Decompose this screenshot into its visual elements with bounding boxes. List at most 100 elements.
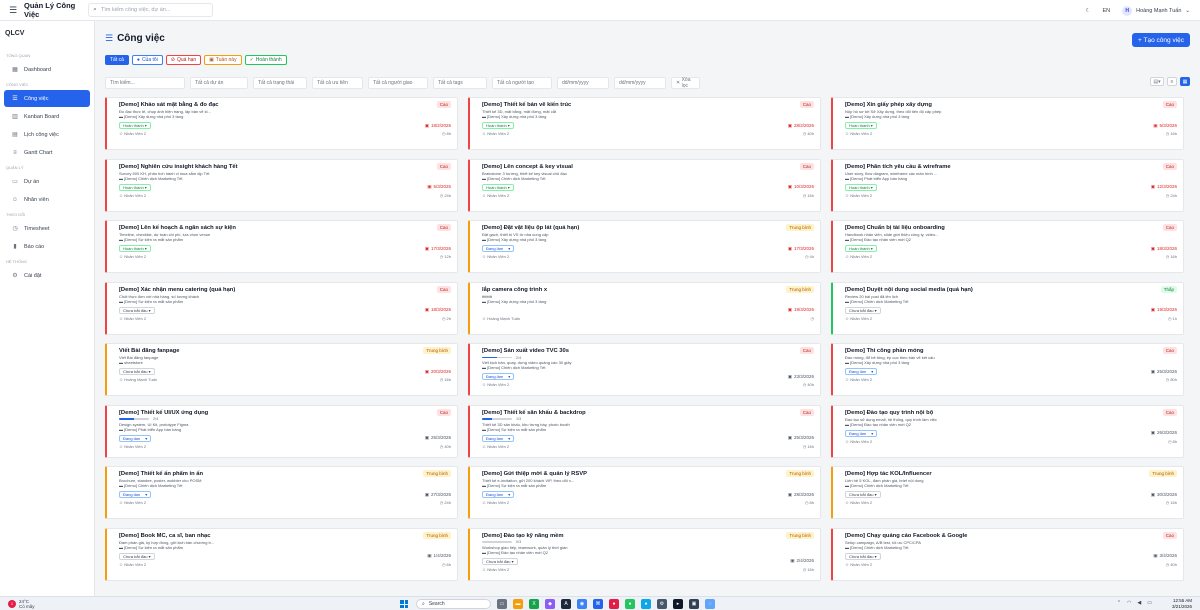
- status-dropdown[interactable]: Đang làm ▾: [845, 429, 878, 437]
- task-card[interactable]: [Demo] Phân tích yêu cầu & wireframe Cao U…: [831, 158, 1184, 212]
- task-title[interactable]: [Demo] Đặt vật liệu ộp lát (quá hạn): [482, 224, 762, 232]
- app-icon-green[interactable]: ●: [625, 599, 635, 609]
- tags-select[interactable]: Tất cả tags: [433, 77, 487, 89]
- status-dropdown[interactable]: Chưa bắt đầu ▾: [845, 491, 881, 498]
- task-title[interactable]: [Demo] Book MC, ca sĩ, ban nhạc: [119, 532, 399, 540]
- status-dropdown[interactable]: Đang làm ▾: [482, 245, 515, 252]
- task-title[interactable]: [Demo] Hợp tác KOL/Influencer: [845, 470, 1125, 478]
- status-dropdown[interactable]: Chưa bắt đầu ▾: [119, 552, 155, 560]
- menu-icon[interactable]: ☰: [6, 5, 20, 16]
- status-dropdown[interactable]: Hoàn thành ▾: [845, 183, 877, 191]
- clock[interactable]: 12:55 AM 3/21/2026: [1172, 598, 1192, 610]
- status-dropdown[interactable]: Đang làm ▾: [482, 491, 515, 498]
- status-dropdown[interactable]: Hoàn thành ▾: [482, 122, 514, 129]
- task-title[interactable]: [Demo] Xác nhận menu catering (quá hạn): [119, 286, 399, 294]
- task-card[interactable]: [Demo] Đào tạo kỹ năng mềm Trung bình 0/3 W…: [468, 527, 821, 581]
- weather-widget[interactable]: 1 24°C Có mây: [8, 599, 68, 609]
- task-title[interactable]: [Demo] Chuẩn bị tài liệu onboarding: [845, 224, 1125, 232]
- task-card[interactable]: [Demo] Thiết kế bản vẽ kiến trúc Cao Thiết…: [468, 97, 821, 150]
- date-to-input[interactable]: dd/mm/yyyy: [614, 77, 666, 89]
- status-dropdown[interactable]: Đang làm ▾: [482, 434, 515, 442]
- status-dropdown[interactable]: Chưa bắt đầu ▾: [119, 368, 155, 375]
- task-card[interactable]: [Demo] Chạy quảng cáo Facebook & Google C…: [831, 527, 1184, 581]
- filter-overdue[interactable]: ⊘ Quá hạn: [165, 55, 202, 65]
- task-card[interactable]: [Demo] Chuẩn bị tài liệu onboarding Cao Ha…: [831, 220, 1184, 273]
- status-dropdown[interactable]: Chưa bắt đầu ▾: [482, 557, 518, 565]
- status-dropdown[interactable]: Hoàn thành ▾: [482, 183, 514, 191]
- task-card[interactable]: [Demo] Khảo sát mặt bằng & đo đạc Cao Đo đ…: [105, 97, 458, 150]
- assignee-select[interactable]: Tất cả người giao: [368, 77, 428, 89]
- chevron-up-icon[interactable]: ⌃: [1117, 600, 1121, 606]
- task-title[interactable]: [Demo] Nghiên cứu insight khách hàng Tết: [119, 163, 399, 171]
- task-title[interactable]: Viết Bài đăng fanpage: [119, 347, 399, 355]
- priority-select[interactable]: Tất cả ưu tiên: [312, 77, 363, 89]
- task-title[interactable]: [Demo] Gửi thiệp mời & quản lý RSVP: [482, 470, 762, 478]
- task-title[interactable]: [Demo] Chạy quảng cáo Facebook & Google: [845, 532, 1125, 540]
- language-switch[interactable]: EN: [1102, 8, 1110, 14]
- task-title[interactable]: lắp camera công trình x: [482, 286, 762, 294]
- task-title[interactable]: [Demo] Khảo sát mặt bằng & đo đạc: [119, 101, 399, 109]
- status-dropdown[interactable]: Chưa bắt đầu ▾: [845, 552, 881, 560]
- task-card[interactable]: [Demo] Đặt vật liệu ộp lát (quá hạn) Trun…: [468, 220, 821, 273]
- status-dropdown[interactable]: Hoàn thành ▾: [845, 245, 877, 252]
- sidebar-item-projects[interactable]: ▭ Dự án: [4, 173, 90, 190]
- sidebar-item-gantt[interactable]: ≡ Gantt Chart: [4, 144, 90, 161]
- taskbar-search[interactable]: ⌕ Search: [416, 599, 491, 609]
- task-title[interactable]: [Demo] Đào tạo quy trình nội bộ: [845, 409, 1125, 417]
- task-title[interactable]: [Demo] Phân tích yêu cầu & wireframe: [845, 163, 1125, 171]
- grid-view-icon[interactable]: ▦: [1180, 77, 1190, 86]
- task-title[interactable]: [Demo] Duyệt nội dung social media (quá …: [845, 286, 1125, 294]
- excel-icon[interactable]: X: [529, 599, 539, 609]
- status-dropdown[interactable]: Chưa bắt đầu ▾: [119, 306, 155, 314]
- task-card[interactable]: Viết Bài đăng fanpage Trung bình Viết Bài …: [105, 343, 458, 396]
- status-dropdown[interactable]: Đang làm ▾: [845, 368, 878, 375]
- global-search[interactable]: ⌕ Tìm kiếm công việc, dự án...: [88, 3, 213, 17]
- battery-icon[interactable]: ▭: [1147, 600, 1152, 606]
- task-title[interactable]: [Demo] Đào tạo kỹ năng mềm: [482, 532, 762, 540]
- windows-start-icon[interactable]: [400, 600, 408, 608]
- filter-mine[interactable]: ● Của tôi: [131, 55, 163, 65]
- task-card[interactable]: [Demo] Gửi thiệp mời & quản lý RSVP Trung…: [468, 466, 821, 519]
- sidebar-item-reports[interactable]: ▮ Báo cáo: [4, 238, 90, 255]
- sidebar-item-settings[interactable]: ⚙ Cài đặt: [4, 267, 90, 284]
- task-title[interactable]: [Demo] Xin giấy phép xây dựng: [845, 101, 1125, 109]
- status-select[interactable]: Tất cả trạng thái: [253, 77, 307, 89]
- task-card[interactable]: [Demo] Hợp tác KOL/Influencer Trung bình L…: [831, 466, 1184, 519]
- task-card[interactable]: [Demo] Lên concept & key visual Cao Brains…: [468, 158, 821, 212]
- status-dropdown[interactable]: Hoàn thành ▾: [119, 122, 151, 129]
- status-dropdown[interactable]: Chưa bắt đầu ▾: [845, 306, 881, 314]
- task-card[interactable]: [Demo] Duyệt nội dung social media (quá …: [831, 281, 1184, 335]
- task-card[interactable]: [Demo] Thi công phần móng Cao Đào móng, đổ…: [831, 343, 1184, 396]
- filter-done[interactable]: ✓ Hoàn thành: [244, 55, 287, 65]
- task-title[interactable]: [Demo] Lên kế hoạch & ngân sách sự kiện: [119, 224, 399, 232]
- task-card[interactable]: [Demo] Book MC, ca sĩ, ban nhạc Trung bìn…: [105, 527, 458, 581]
- vscode-icon[interactable]: ⌘: [593, 599, 603, 609]
- date-from-input[interactable]: dd/mm/yyyy: [557, 77, 609, 89]
- sidebar-item-kanban[interactable]: ▥ Kanban Board: [4, 108, 90, 125]
- create-task-button[interactable]: + Tạo công việc: [1132, 33, 1190, 47]
- sidebar-item-calendar[interactable]: ▤ Lịch công việc: [4, 126, 90, 143]
- figma-icon[interactable]: ◆: [545, 599, 555, 609]
- task-title[interactable]: [Demo] Thiết kế ấn phẩm in ấn: [119, 470, 399, 478]
- column-toggle-icon[interactable]: ▤▾: [1150, 77, 1164, 86]
- theme-toggle-icon[interactable]: ☾: [1086, 8, 1091, 14]
- status-dropdown[interactable]: Đang làm ▾: [482, 373, 515, 380]
- task-card[interactable]: [Demo] Sản xuất video TVC 30s Cao 2/4 Viết …: [468, 343, 821, 396]
- task-title[interactable]: [Demo] Thiết kế sân khấu & backdrop: [482, 409, 762, 417]
- user-menu[interactable]: H Hoàng Mạnh Tuấn ⌄: [1122, 5, 1190, 16]
- status-dropdown[interactable]: Đang làm ▾: [119, 434, 152, 442]
- filter-all[interactable]: Tất cả: [105, 55, 129, 65]
- list-view-icon[interactable]: ≡: [1167, 77, 1177, 86]
- app-icon-red[interactable]: ●: [609, 599, 619, 609]
- task-card[interactable]: lắp camera công trình x Trung bình ttttttt…: [468, 281, 821, 335]
- status-dropdown[interactable]: Hoàn thành ▾: [119, 245, 151, 252]
- task-card[interactable]: [Demo] Xin giấy phép xây dựng Cao Nộp hồ s…: [831, 97, 1184, 150]
- task-view-icon[interactable]: ▭: [497, 599, 507, 609]
- terminal-icon[interactable]: A: [561, 599, 571, 609]
- task-title[interactable]: [Demo] Thi công phần móng: [845, 347, 1125, 355]
- app-icon-blue[interactable]: ●: [641, 599, 651, 609]
- creator-select[interactable]: Tất cả người tạo: [492, 77, 552, 89]
- wifi-icon[interactable]: ◠: [1127, 600, 1131, 606]
- settings-app-icon[interactable]: ⚙: [657, 599, 667, 609]
- sidebar-item-tasks[interactable]: ☰ Công việc: [4, 90, 90, 107]
